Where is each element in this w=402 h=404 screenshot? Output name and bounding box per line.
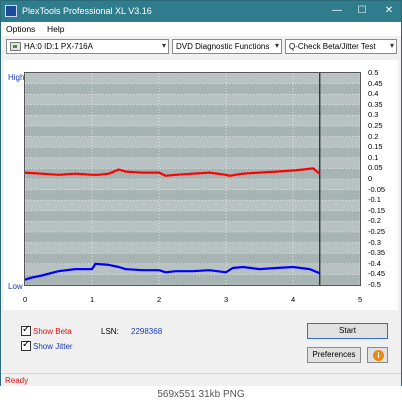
caption-text: 569x551 31kb PNG (157, 389, 245, 400)
test-select[interactable]: Q-Check Beta/Jitter Test ▾ (285, 39, 397, 54)
y-tick-label: -0.05 (368, 184, 386, 194)
y-tick-label: 0.35 (368, 99, 383, 109)
y-tick-label: -0.1 (368, 195, 381, 205)
y-axis-low-label: Low (8, 282, 23, 291)
image-caption: 569x551 31kb PNG (0, 386, 402, 404)
menu-bar: Options Help (1, 22, 401, 36)
y-tick-label: 0.4 (368, 89, 379, 99)
show-beta-checkbox[interactable] (21, 324, 31, 336)
info-icon: i (373, 350, 384, 361)
menu-help[interactable]: Help (47, 24, 64, 34)
controls-panel: Show Beta Show Jitter LSN: 2298368 Start… (4, 313, 398, 371)
app-window: PlexTools Professional XL V3.16 — ☐ ✕ Op… (0, 0, 402, 386)
drive-select[interactable]: HA:0 ID:1 PX-716A ▾ (6, 39, 169, 54)
y-tick-label: 0.3 (368, 110, 379, 120)
x-tick-label: 3 (224, 295, 229, 304)
window-title: PlexTools Professional XL V3.16 (22, 6, 152, 16)
chart-area: High Low 0.5 0.45 0.4 0.35 0.3 0.25 0.2 0.15 0.1… (4, 60, 398, 310)
chevron-down-icon: ▾ (389, 41, 394, 50)
drive-icon (10, 42, 21, 51)
x-tick-label: 2 (157, 295, 162, 304)
drive-select-value: HA:0 ID:1 PX-716A (24, 42, 93, 51)
y-tick-label: -0.35 (368, 248, 386, 258)
minimize-button[interactable]: — (325, 1, 349, 22)
grid-band (25, 242, 360, 254)
show-jitter-checkbox[interactable] (21, 339, 31, 351)
status-bar: Ready (1, 373, 401, 386)
status-text: Ready (5, 376, 29, 385)
x-tick-label: 4 (291, 295, 296, 304)
start-button[interactable]: Start (307, 323, 388, 339)
grid-band (25, 94, 360, 105)
preferences-button[interactable]: Preferences (307, 347, 361, 363)
grid-band (25, 179, 360, 190)
x-tick-label: 0 (23, 295, 28, 304)
menu-options[interactable]: Options (6, 24, 35, 34)
y-tick-label: -0.15 (368, 205, 386, 215)
y-tick-label: -0.5 (368, 280, 381, 289)
toolbar: HA:0 ID:1 PX-716A ▾ DVD Diagnostic Funct… (1, 37, 401, 57)
lsn-value: 2298368 (131, 327, 163, 336)
y-tick-label: -0.25 (368, 227, 386, 236)
plot-area (24, 72, 361, 286)
y-tick-label: -0.45 (368, 269, 386, 279)
beta-jitter-chart (25, 73, 360, 285)
y-tick-label: -0.2 (368, 216, 381, 226)
function-select-value: DVD Diagnostic Functions (176, 42, 270, 51)
y-tick-label: -0.3 (368, 237, 381, 247)
grid-band (25, 115, 360, 126)
y-tick-label: 0.25 (368, 121, 383, 130)
y-tick-label: 0 (368, 174, 373, 183)
y-tick-label: 0.05 (368, 163, 383, 173)
y-tick-label: 0.2 (368, 131, 379, 141)
y-axis-high-label: High (8, 73, 25, 82)
close-button[interactable]: ✕ (377, 1, 401, 22)
grid-band (25, 157, 360, 169)
y-tick-label: 0.5 (368, 68, 379, 77)
grid-band (25, 221, 360, 232)
x-tick-label: 1 (90, 295, 95, 304)
title-bar[interactable]: PlexTools Professional XL V3.16 — ☐ ✕ (1, 1, 401, 22)
grid-band (25, 73, 360, 84)
y-tick-label: 0.1 (368, 152, 379, 162)
info-button[interactable]: i (367, 347, 388, 363)
show-beta-label[interactable]: Show Beta (33, 327, 72, 336)
maximize-button[interactable]: ☐ (350, 1, 374, 22)
y-tick-label: 0.45 (368, 78, 383, 88)
beta-series-line (25, 167, 321, 177)
test-select-value: Q-Check Beta/Jitter Test (289, 42, 376, 51)
chevron-down-icon: ▾ (161, 41, 166, 50)
x-tick-label: 5 (358, 295, 363, 304)
show-jitter-label[interactable]: Show Jitter (33, 342, 73, 351)
app-logo-icon (5, 5, 17, 17)
function-select[interactable]: DVD Diagnostic Functions ▾ (172, 39, 282, 54)
chevron-down-icon: ▾ (274, 41, 279, 50)
grid-band (25, 136, 360, 148)
grid-band (25, 200, 360, 211)
y-tick-label: 0.15 (368, 142, 383, 152)
y-tick-label: -0.4 (368, 258, 381, 268)
lsn-label: LSN: (101, 327, 119, 336)
